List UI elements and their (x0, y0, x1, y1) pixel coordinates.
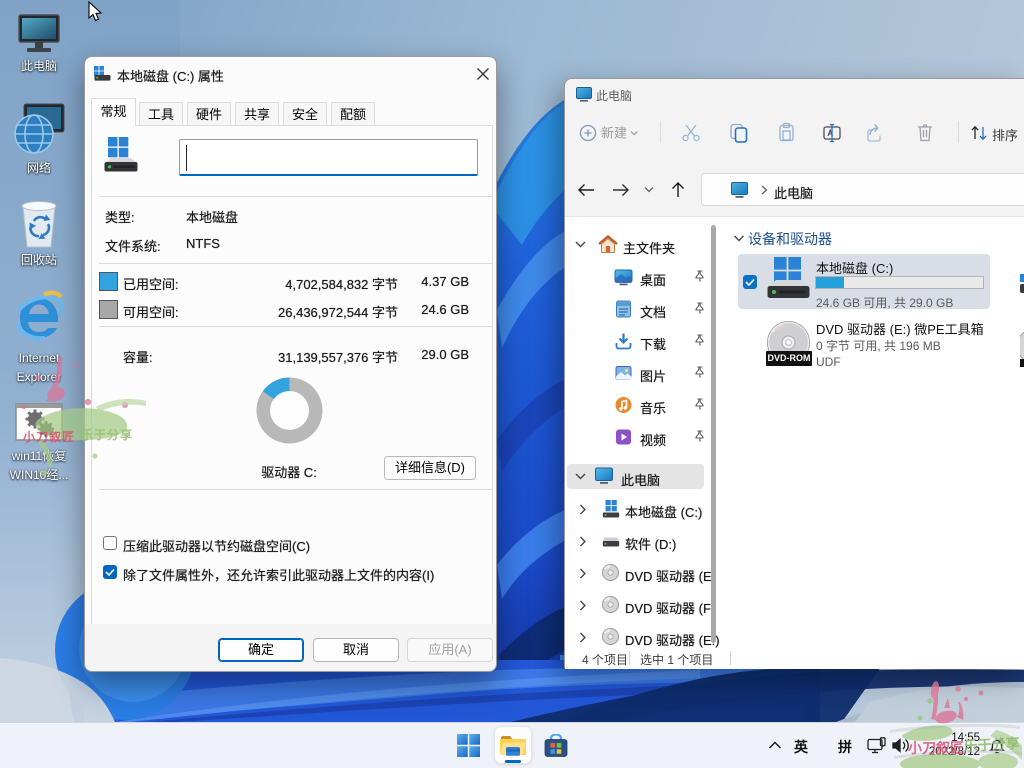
svg-text:z: z (1001, 737, 1004, 743)
svg-text:新建: 新建 (601, 126, 627, 141)
